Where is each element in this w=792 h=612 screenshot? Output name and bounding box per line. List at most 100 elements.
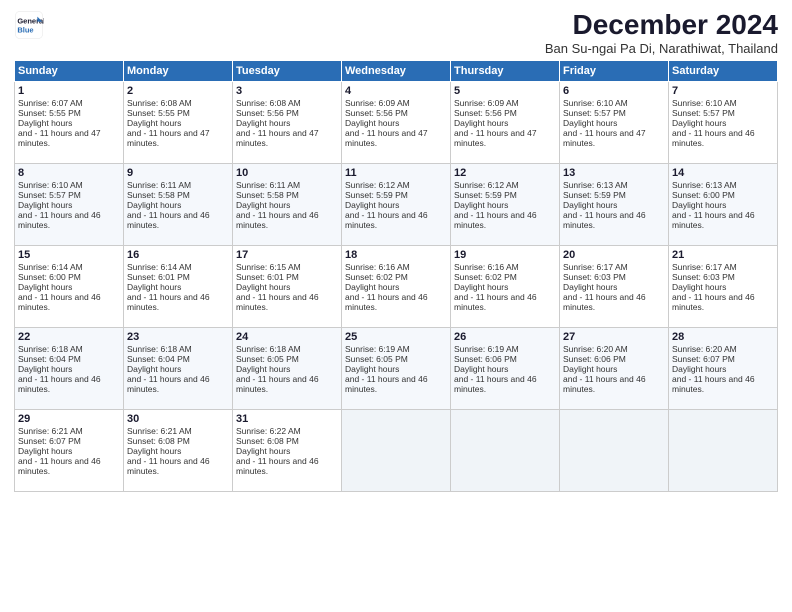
sunset-line: Sunset: 6:02 PM	[454, 272, 556, 282]
sunrise-line: Sunrise: 6:10 AM	[672, 98, 774, 108]
sunrise-line: Sunrise: 6:17 AM	[563, 262, 665, 272]
daylight-label: Daylight hours	[127, 118, 229, 128]
day-number: 8	[18, 167, 120, 179]
daylight-value: and - 11 hours and 46 minutes.	[127, 374, 229, 394]
calendar-cell: 1Sunrise: 6:07 AMSunset: 5:55 PMDaylight…	[15, 81, 124, 163]
daylight-value: and - 11 hours and 47 minutes.	[454, 128, 556, 148]
daylight-value: and - 11 hours and 46 minutes.	[236, 374, 338, 394]
calendar-cell	[451, 409, 560, 491]
svg-text:Blue: Blue	[17, 26, 33, 35]
sunrise-line: Sunrise: 6:13 AM	[563, 180, 665, 190]
day-number: 25	[345, 331, 447, 343]
sunset-line: Sunset: 5:58 PM	[127, 190, 229, 200]
calendar-cell: 20Sunrise: 6:17 AMSunset: 6:03 PMDayligh…	[560, 245, 669, 327]
calendar-table: SundayMondayTuesdayWednesdayThursdayFrid…	[14, 60, 778, 492]
daylight-value: and - 11 hours and 46 minutes.	[345, 374, 447, 394]
calendar-cell: 23Sunrise: 6:18 AMSunset: 6:04 PMDayligh…	[124, 327, 233, 409]
calendar-cell: 14Sunrise: 6:13 AMSunset: 6:00 PMDayligh…	[669, 163, 778, 245]
daylight-label: Daylight hours	[563, 200, 665, 210]
calendar-cell: 30Sunrise: 6:21 AMSunset: 6:08 PMDayligh…	[124, 409, 233, 491]
sunrise-line: Sunrise: 6:19 AM	[345, 344, 447, 354]
sunset-line: Sunset: 6:06 PM	[454, 354, 556, 364]
calendar-cell: 11Sunrise: 6:12 AMSunset: 5:59 PMDayligh…	[342, 163, 451, 245]
calendar-cell	[669, 409, 778, 491]
sunrise-line: Sunrise: 6:16 AM	[345, 262, 447, 272]
calendar-cell: 18Sunrise: 6:16 AMSunset: 6:02 PMDayligh…	[342, 245, 451, 327]
day-number: 1	[18, 85, 120, 97]
calendar-cell: 31Sunrise: 6:22 AMSunset: 6:08 PMDayligh…	[233, 409, 342, 491]
daylight-label: Daylight hours	[236, 364, 338, 374]
day-number: 3	[236, 85, 338, 97]
daylight-value: and - 11 hours and 46 minutes.	[127, 210, 229, 230]
daylight-label: Daylight hours	[563, 118, 665, 128]
daylight-value: and - 11 hours and 46 minutes.	[563, 374, 665, 394]
daylight-value: and - 11 hours and 46 minutes.	[18, 456, 120, 476]
calendar-cell: 22Sunrise: 6:18 AMSunset: 6:04 PMDayligh…	[15, 327, 124, 409]
day-number: 16	[127, 249, 229, 261]
sunrise-line: Sunrise: 6:22 AM	[236, 426, 338, 436]
title-area: December 2024 Ban Su-ngai Pa Di, Narathi…	[545, 10, 778, 56]
daylight-label: Daylight hours	[672, 200, 774, 210]
sunrise-line: Sunrise: 6:21 AM	[18, 426, 120, 436]
daylight-value: and - 11 hours and 46 minutes.	[18, 292, 120, 312]
sunset-line: Sunset: 6:01 PM	[127, 272, 229, 282]
header: General Blue December 2024 Ban Su-ngai P…	[14, 10, 778, 56]
day-number: 29	[18, 413, 120, 425]
calendar-cell: 12Sunrise: 6:12 AMSunset: 5:59 PMDayligh…	[451, 163, 560, 245]
calendar-body: 1Sunrise: 6:07 AMSunset: 5:55 PMDaylight…	[15, 81, 778, 491]
daylight-value: and - 11 hours and 46 minutes.	[563, 292, 665, 312]
calendar-header-cell: Wednesday	[342, 60, 451, 81]
sub-title: Ban Su-ngai Pa Di, Narathiwat, Thailand	[545, 41, 778, 56]
daylight-value: and - 11 hours and 46 minutes.	[236, 292, 338, 312]
daylight-value: and - 11 hours and 46 minutes.	[18, 210, 120, 230]
daylight-value: and - 11 hours and 47 minutes.	[236, 128, 338, 148]
calendar-cell: 28Sunrise: 6:20 AMSunset: 6:07 PMDayligh…	[669, 327, 778, 409]
daylight-label: Daylight hours	[236, 200, 338, 210]
sunrise-line: Sunrise: 6:19 AM	[454, 344, 556, 354]
sunset-line: Sunset: 5:56 PM	[236, 108, 338, 118]
sunset-line: Sunset: 6:01 PM	[236, 272, 338, 282]
daylight-label: Daylight hours	[127, 446, 229, 456]
calendar-week-row: 15Sunrise: 6:14 AMSunset: 6:00 PMDayligh…	[15, 245, 778, 327]
calendar-cell: 6Sunrise: 6:10 AMSunset: 5:57 PMDaylight…	[560, 81, 669, 163]
day-number: 12	[454, 167, 556, 179]
sunset-line: Sunset: 6:06 PM	[563, 354, 665, 364]
sunrise-line: Sunrise: 6:18 AM	[236, 344, 338, 354]
daylight-value: and - 11 hours and 46 minutes.	[127, 456, 229, 476]
sunset-line: Sunset: 5:58 PM	[236, 190, 338, 200]
calendar-header-cell: Tuesday	[233, 60, 342, 81]
calendar-cell	[560, 409, 669, 491]
daylight-label: Daylight hours	[18, 282, 120, 292]
sunset-line: Sunset: 5:57 PM	[563, 108, 665, 118]
daylight-value: and - 11 hours and 46 minutes.	[672, 210, 774, 230]
day-number: 30	[127, 413, 229, 425]
sunset-line: Sunset: 6:08 PM	[236, 436, 338, 446]
sunset-line: Sunset: 6:00 PM	[18, 272, 120, 282]
sunrise-line: Sunrise: 6:10 AM	[18, 180, 120, 190]
daylight-label: Daylight hours	[563, 364, 665, 374]
daylight-value: and - 11 hours and 46 minutes.	[672, 128, 774, 148]
daylight-value: and - 11 hours and 47 minutes.	[18, 128, 120, 148]
day-number: 4	[345, 85, 447, 97]
daylight-value: and - 11 hours and 46 minutes.	[672, 292, 774, 312]
main-title: December 2024	[545, 10, 778, 41]
sunset-line: Sunset: 6:05 PM	[345, 354, 447, 364]
day-number: 24	[236, 331, 338, 343]
sunrise-line: Sunrise: 6:07 AM	[18, 98, 120, 108]
daylight-value: and - 11 hours and 47 minutes.	[127, 128, 229, 148]
sunset-line: Sunset: 5:57 PM	[672, 108, 774, 118]
calendar-header-cell: Friday	[560, 60, 669, 81]
calendar-cell: 8Sunrise: 6:10 AMSunset: 5:57 PMDaylight…	[15, 163, 124, 245]
sunset-line: Sunset: 6:07 PM	[18, 436, 120, 446]
sunset-line: Sunset: 6:07 PM	[672, 354, 774, 364]
sunset-line: Sunset: 6:04 PM	[18, 354, 120, 364]
sunset-line: Sunset: 6:00 PM	[672, 190, 774, 200]
daylight-label: Daylight hours	[454, 282, 556, 292]
daylight-label: Daylight hours	[672, 282, 774, 292]
day-number: 22	[18, 331, 120, 343]
calendar-cell: 29Sunrise: 6:21 AMSunset: 6:07 PMDayligh…	[15, 409, 124, 491]
calendar-week-row: 1Sunrise: 6:07 AMSunset: 5:55 PMDaylight…	[15, 81, 778, 163]
calendar-cell: 5Sunrise: 6:09 AMSunset: 5:56 PMDaylight…	[451, 81, 560, 163]
logo-icon: General Blue	[14, 10, 44, 40]
sunset-line: Sunset: 6:04 PM	[127, 354, 229, 364]
